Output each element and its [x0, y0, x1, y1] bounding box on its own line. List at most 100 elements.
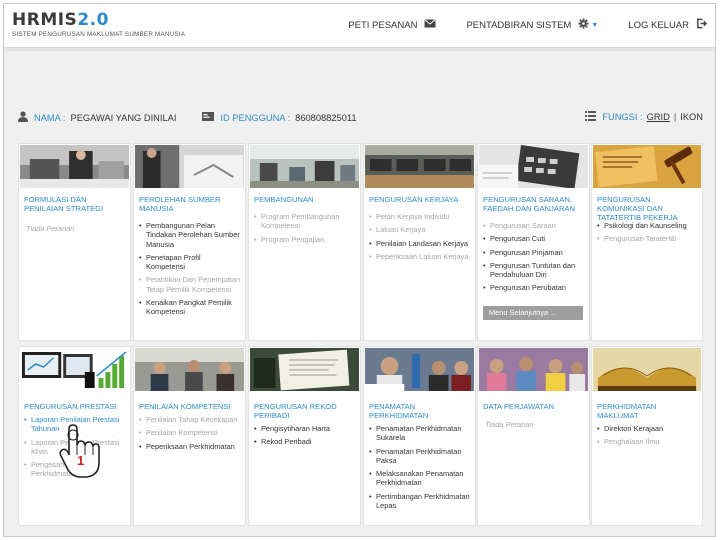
module-image — [20, 145, 129, 188]
module-card-personal-records: PENGURUSAN REKOD PERIBADI Pengisytiharan… — [248, 346, 361, 526]
hand-pointer-icon: 1 — [59, 423, 101, 479]
module-card-competency: PENILAIAN KOMPETENSI Penilaian Tahap Kec… — [133, 346, 246, 526]
module-image — [479, 348, 588, 391]
logo-subtitle: SISTEM PENGURUSAN MAKLUMAT SUMBER MANUSI… — [12, 31, 186, 38]
module-card-post-data: DATA PERJAWATAN Tiada Peranan — [477, 346, 590, 526]
icon-view-link[interactable]: IKON — [680, 112, 703, 122]
menu-item[interactable]: Pengurusan Perubatan — [483, 283, 585, 293]
user-icon — [18, 111, 28, 125]
module-title[interactable]: PERKHIDMATAN MAKLUMAT — [597, 402, 699, 420]
module-card-strategy: FORMULASI DAN PENILAIAN STRATEGI Tiada P… — [18, 143, 131, 341]
menu-item[interactable]: Pengurusan Tatatertib — [597, 234, 698, 244]
menu-item[interactable]: Pengurusan Saraan — [483, 221, 585, 231]
menu-item[interactable]: Pelantikan Dan Penempatan Tetap Pemilik … — [139, 275, 241, 294]
module-card-termination: PENAMATAN PERKHIDMATAN Penamatan Perkhid… — [363, 346, 476, 526]
list-icon — [585, 111, 597, 123]
module-image — [250, 348, 359, 391]
module-image — [479, 145, 588, 188]
name-label: NAMA : — [34, 113, 66, 123]
module-title[interactable]: PENGURUSAN KOMUNIKASI DAN TATATERTIB PEK… — [597, 195, 699, 222]
gear-icon — [578, 18, 589, 32]
module-menu: Pengurusan Saraan Pengurusan Cuti Pengur… — [483, 221, 585, 297]
module-image — [250, 145, 359, 188]
module-menu: Penamatan Perkhidmatan Sukarela Penamata… — [369, 424, 471, 514]
module-card-communication: PENGURUSAN KOMUNIKASI DAN TATATERTIB PEK… — [591, 143, 703, 341]
menu-item[interactable]: Pengurusan Tuntutan dan Pendahuluan Diri — [483, 261, 585, 280]
module-image — [365, 145, 474, 188]
module-title[interactable]: PENGURUSAN REKOD PERIBADI — [254, 402, 357, 420]
module-title[interactable]: PENGURUSAN PRESTASI — [24, 402, 127, 411]
module-image — [20, 348, 129, 391]
menu-item[interactable]: Penilaian Kompetensi — [139, 428, 241, 438]
menu-item[interactable]: Penetapan Profil Kompetensi — [139, 253, 241, 272]
chevron-down-icon: ▼ — [591, 21, 599, 29]
name-value: PEGAWAI YANG DINILAI — [70, 113, 177, 123]
module-title[interactable]: PENGURUSAN SARAAN, FAEDAH DAN GANJARAN — [483, 195, 586, 213]
module-menu: Direktori Kerajaan Penghalaan Ilmu — [597, 424, 698, 451]
module-image — [365, 348, 474, 391]
module-title[interactable]: PENGURUSAN KERJAYA — [369, 195, 472, 204]
module-title[interactable]: PENAMATAN PERKHIDMATAN — [369, 402, 472, 420]
module-image — [593, 348, 701, 391]
nav-logout-label: LOG KELUAR — [628, 19, 689, 31]
module-card-development: PEMBANGUNAN Program Pembangunan Kompeten… — [248, 143, 361, 341]
module-card-career: PENGURUSAN KERJAYA Pelan Kerjaya Individ… — [363, 143, 476, 341]
nav-logout[interactable]: LOG KELUAR — [628, 18, 708, 32]
menu-item[interactable]: Program Pembangunan Kompetensi — [254, 212, 356, 231]
logo-title: HRMIS2.0 — [12, 10, 109, 30]
menu-item[interactable]: Laluan Kerjaya — [369, 225, 471, 235]
user-info-bar: NAMA : PEGAWAI YANG DINILAI ID PENGGUNA … — [18, 110, 703, 126]
nav-inbox[interactable]: PETI PESANAN — [348, 19, 437, 31]
more-menu-button[interactable]: Menu Selanjutnya ... — [483, 306, 583, 320]
module-menu: Psikologi dan Kaunseling Pengurusan Tata… — [597, 221, 698, 248]
menu-item[interactable]: Program Pengajian — [254, 235, 356, 245]
step-number-badge: 1 — [77, 453, 85, 468]
module-card-hr-acquisition: PEROLEHAN SUMBER MANUSIA Pembangunan Pel… — [133, 143, 246, 341]
nav-system-admin-label: PENTADBIRAN SISTEM — [466, 19, 572, 31]
menu-item[interactable]: Psikologi dan Kaunseling — [597, 221, 698, 231]
menu-item[interactable]: Penilaian Landasan Kerjaya — [369, 239, 471, 249]
module-title[interactable]: PEROLEHAN SUMBER MANUSIA — [139, 195, 242, 213]
module-card-remuneration: PENGURUSAN SARAAN, FAEDAH DAN GANJARAN P… — [477, 143, 590, 341]
view-separator: | — [673, 112, 677, 122]
nav-inbox-label: PETI PESANAN — [348, 19, 418, 31]
menu-item[interactable]: Kenaikan Pangkat Pemilik Kompetensi — [139, 298, 241, 317]
grid-view-link[interactable]: GRID — [647, 112, 670, 122]
top-nav: PETI PESANAN PENTADBIRAN SISTEM ▼ LOG KE… — [318, 18, 708, 32]
menu-item[interactable]: Penghalaan Ilmu — [597, 437, 698, 447]
menu-item[interactable]: Peperiksaan Laluan Kerjaya — [369, 252, 471, 262]
menu-item[interactable]: Pelan Kerjaya Individu — [369, 212, 471, 222]
module-title[interactable]: FORMULASI DAN PENILAIAN STRATEGI — [24, 195, 127, 213]
app-logo[interactable]: HRMIS2.0 SISTEM PENGURUSAN MAKLUMAT SUMB… — [12, 11, 185, 38]
nav-system-admin[interactable]: PENTADBIRAN SISTEM ▼ — [466, 18, 598, 32]
module-image — [135, 348, 244, 391]
module-title[interactable]: DATA PERJAWATAN — [483, 402, 586, 411]
menu-item[interactable]: Peperiksaan Perkhidmatan — [139, 442, 241, 452]
user-id-value: 860808825011 — [295, 113, 357, 123]
module-menu: Pelan Kerjaya Individu Laluan Kerjaya Pe… — [369, 212, 471, 265]
menu-item[interactable]: Direktori Kerajaan — [597, 424, 698, 434]
menu-item[interactable]: Penilaian Tahap Kecekapan — [139, 415, 241, 425]
menu-item[interactable]: Melaksanakan Penamatan Perkhidmatan — [369, 469, 471, 488]
user-id-label: ID PENGGUNA : — [220, 113, 291, 123]
function-label: FUNGSI : — [602, 112, 643, 122]
no-role-text: Tiada Peranan — [26, 224, 75, 233]
module-menu: Program Pembangunan Kompetensi Program P… — [254, 212, 356, 248]
no-role-text: Tiada Peranan — [485, 420, 534, 429]
menu-item[interactable]: Penamatan Perkhidmatan Sukarela — [369, 424, 471, 443]
id-card-icon — [202, 112, 215, 124]
menu-item[interactable]: Pertimbangan Perkhidmatan Lepas — [369, 492, 471, 511]
menu-item[interactable]: Pengurusan Pinjaman — [483, 248, 585, 258]
menu-item[interactable]: Rekod Peribadi — [254, 437, 356, 447]
menu-item[interactable]: Penamatan Perkhidmatan Paksa — [369, 447, 471, 466]
module-title[interactable]: PEMBANGUNAN — [254, 195, 357, 204]
menu-item[interactable]: Pembangunan Pelan Tindakan Perolehan Sum… — [139, 221, 241, 249]
logout-icon — [696, 18, 708, 32]
menu-item[interactable]: Pengurusan Cuti — [483, 234, 585, 244]
module-card-information-services: PERKHIDMATAN MAKLUMAT Direktori Kerajaan… — [591, 346, 703, 526]
menu-item[interactable]: Pengisytiharan Harta — [254, 424, 356, 434]
module-menu: Pembangunan Pelan Tindakan Perolehan Sum… — [139, 221, 241, 321]
module-image — [135, 145, 244, 188]
module-menu: Penilaian Tahap Kecekapan Penilaian Komp… — [139, 415, 241, 455]
module-title[interactable]: PENILAIAN KOMPETENSI — [139, 402, 242, 411]
